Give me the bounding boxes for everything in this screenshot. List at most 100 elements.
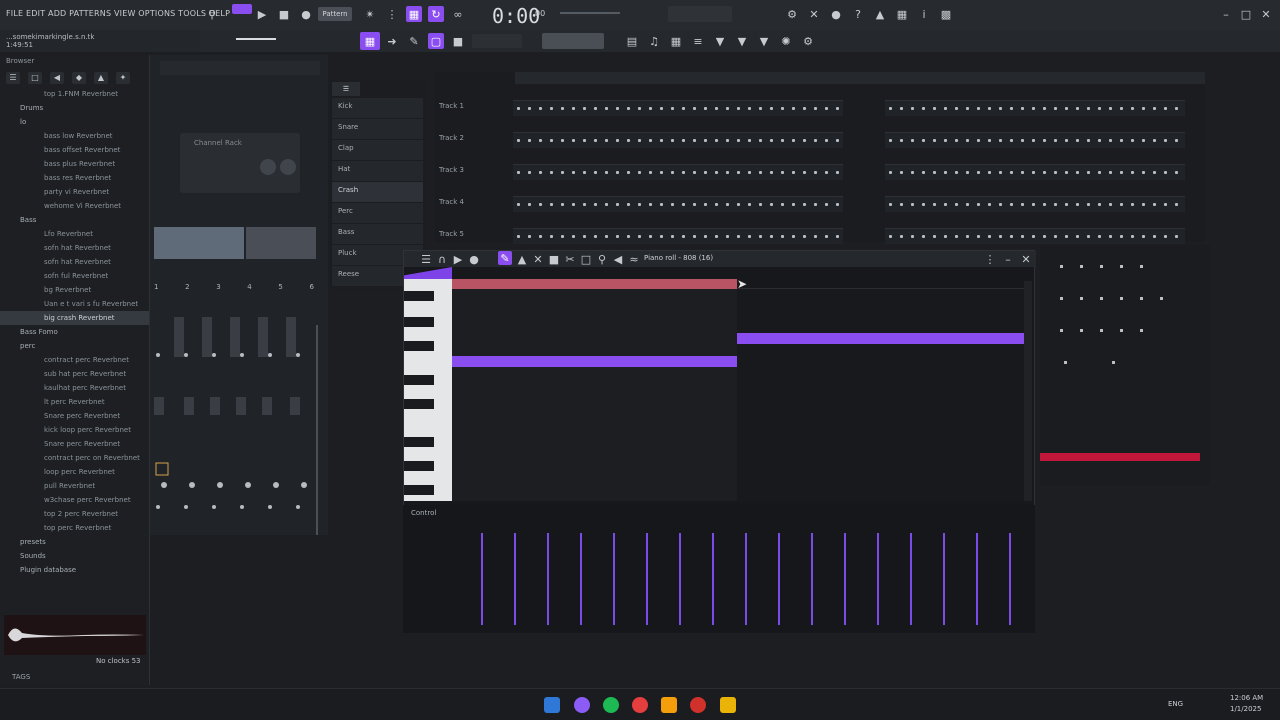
fl-studio-icon[interactable]	[661, 697, 677, 713]
close-icon[interactable]: ✕	[806, 6, 822, 22]
velocity-bar[interactable]	[745, 533, 747, 625]
browser-folder[interactable]: Bass	[0, 213, 149, 227]
pr-close-icon[interactable]: ✕	[1018, 251, 1034, 267]
black-key[interactable]	[404, 485, 434, 495]
pattern-clip[interactable]	[513, 164, 843, 180]
wait-icon[interactable]: ⋮	[384, 6, 400, 22]
countdown-icon[interactable]: ▦	[406, 6, 422, 22]
browser-file[interactable]: contract perc on Reverbnet	[0, 451, 149, 465]
pr-select-icon[interactable]: □	[578, 251, 594, 267]
pr-vertical-scrollbar[interactable]	[1024, 281, 1032, 501]
browser-icon[interactable]: ▼	[712, 33, 728, 49]
plugin-knob-2[interactable]	[280, 159, 296, 175]
browser-file[interactable]: contract perc Reverbnet	[0, 353, 149, 367]
channel-button[interactable]: Hat	[332, 161, 423, 181]
playlist-track-label[interactable]: Track 4	[435, 198, 512, 206]
arrow-right-icon[interactable]: ➜	[384, 33, 400, 49]
browser-tab-audio[interactable]: ◀	[50, 72, 64, 84]
velocity-bar[interactable]	[1009, 533, 1011, 625]
lock-icon[interactable]: ■	[450, 33, 466, 49]
black-key[interactable]	[404, 461, 434, 471]
pr-magnet-icon[interactable]: ∩	[434, 251, 450, 267]
velocity-lane[interactable]: Control	[403, 505, 1035, 633]
browser-tab-starred[interactable]: ✦	[116, 72, 130, 84]
pr-timeline[interactable]	[737, 279, 1027, 289]
velocity-bar[interactable]	[547, 533, 549, 625]
clock-date[interactable]: 1/1/2025	[1230, 705, 1261, 713]
browser-tab-all[interactable]: ☰	[6, 72, 20, 84]
velocity-bar[interactable]	[844, 533, 846, 625]
pr-grid-left[interactable]	[452, 289, 737, 501]
pr-timeline-loop[interactable]	[452, 279, 737, 289]
browser-folder[interactable]: Plugin database	[0, 563, 149, 577]
black-key[interactable]	[404, 399, 434, 409]
pr-play-icon[interactable]: ▶	[450, 251, 466, 267]
pr-grid-right[interactable]	[737, 289, 1027, 501]
mixer-icon[interactable]: ▦	[894, 6, 910, 22]
pattern-clip[interactable]	[885, 196, 1185, 212]
pattern-clip[interactable]	[885, 228, 1185, 244]
plugin-window[interactable]: Channel Rack	[180, 133, 300, 193]
channel-button[interactable]: Bass	[332, 224, 423, 244]
pattern-clip[interactable]	[513, 228, 843, 244]
browser-file[interactable]: w3chase perc Reverbnet	[0, 493, 149, 507]
pattern-clip[interactable]	[885, 132, 1185, 148]
browser-file[interactable]: sofn hat Reverbnet	[0, 255, 149, 269]
pattern-song-toggle[interactable]	[232, 4, 252, 14]
browser-folder[interactable]: perc	[0, 339, 149, 353]
black-key[interactable]	[404, 291, 434, 301]
search-icon[interactable]: ⚲	[204, 6, 220, 22]
record-icon[interactable]: ●	[298, 6, 314, 22]
app-icon-3[interactable]	[632, 697, 648, 713]
pr-menu-icon[interactable]: ☰	[418, 251, 434, 267]
browser-file[interactable]: loop perc Reverbnet	[0, 465, 149, 479]
browser-file[interactable]: sub hat perc Reverbnet	[0, 367, 149, 381]
pattern-clip[interactable]	[885, 100, 1185, 116]
channel-button[interactable]: Kick	[332, 98, 423, 118]
mixer-view-icon[interactable]: ≡	[690, 33, 706, 49]
play-icon[interactable]: ▶	[254, 6, 270, 22]
browser-file[interactable]: party vi Reverbnet	[0, 185, 149, 199]
browser-file[interactable]: bass offset Reverbnet	[0, 143, 149, 157]
channel-button[interactable]: Clap	[332, 140, 423, 160]
browser-tab-preset[interactable]: ▲	[94, 72, 108, 84]
brush-icon[interactable]: ▢	[428, 33, 444, 49]
playlist-track-label[interactable]: Track 1	[435, 102, 512, 110]
velocity-bar[interactable]	[943, 533, 945, 625]
black-key[interactable]	[404, 341, 434, 351]
velocity-bar[interactable]	[811, 533, 813, 625]
help-icon[interactable]: ?	[850, 6, 866, 22]
pr-zoom-icon[interactable]: ⚲	[594, 251, 610, 267]
channel-button[interactable]: Crash	[332, 182, 423, 202]
maximize-icon[interactable]: □	[1238, 6, 1254, 22]
chrome-icon[interactable]	[690, 697, 706, 713]
velocity-bar[interactable]	[910, 533, 912, 625]
playlist-track-label[interactable]: Track 5	[435, 230, 512, 238]
file-explorer-icon[interactable]	[720, 697, 736, 713]
patch-icon[interactable]: ▼	[756, 33, 772, 49]
pr-wave-icon[interactable]: ≈	[626, 251, 642, 267]
browser-file[interactable]: top 2 perc Reverbnet	[0, 507, 149, 521]
browser-file[interactable]: kick loop perc Reverbnet	[0, 423, 149, 437]
velocity-bar[interactable]	[877, 533, 879, 625]
velocity-bar[interactable]	[580, 533, 582, 625]
velocity-bar[interactable]	[712, 533, 714, 625]
step-edit-icon[interactable]: ∞	[450, 6, 466, 22]
master-volume-slider[interactable]	[560, 12, 620, 14]
note-bass-2[interactable]	[737, 333, 1024, 344]
channel-button[interactable]: Snare	[332, 119, 423, 139]
browser-file[interactable]: Snare perc Reverbnet	[0, 409, 149, 423]
pattern-clip[interactable]	[885, 164, 1185, 180]
info-icon[interactable]: i	[916, 6, 932, 22]
pattern-clip[interactable]	[513, 132, 843, 148]
channel-button[interactable]: Perc	[332, 203, 423, 223]
browser-file[interactable]: lt perc Reverbnet	[0, 395, 149, 409]
velocity-bar[interactable]	[679, 533, 681, 625]
browser-file[interactable]: wehome Vi Reverbnet	[0, 199, 149, 213]
browser-file[interactable]: bass res Reverbnet	[0, 171, 149, 185]
spotify-icon[interactable]	[603, 697, 619, 713]
loop-record-icon[interactable]: ↻	[428, 6, 444, 22]
browser-folder[interactable]: presets	[0, 535, 149, 549]
browser-file[interactable]: Uan e t vari s fu Reverbnet	[0, 297, 149, 311]
browser-file[interactable]: Lfo Reverbnet	[0, 227, 149, 241]
